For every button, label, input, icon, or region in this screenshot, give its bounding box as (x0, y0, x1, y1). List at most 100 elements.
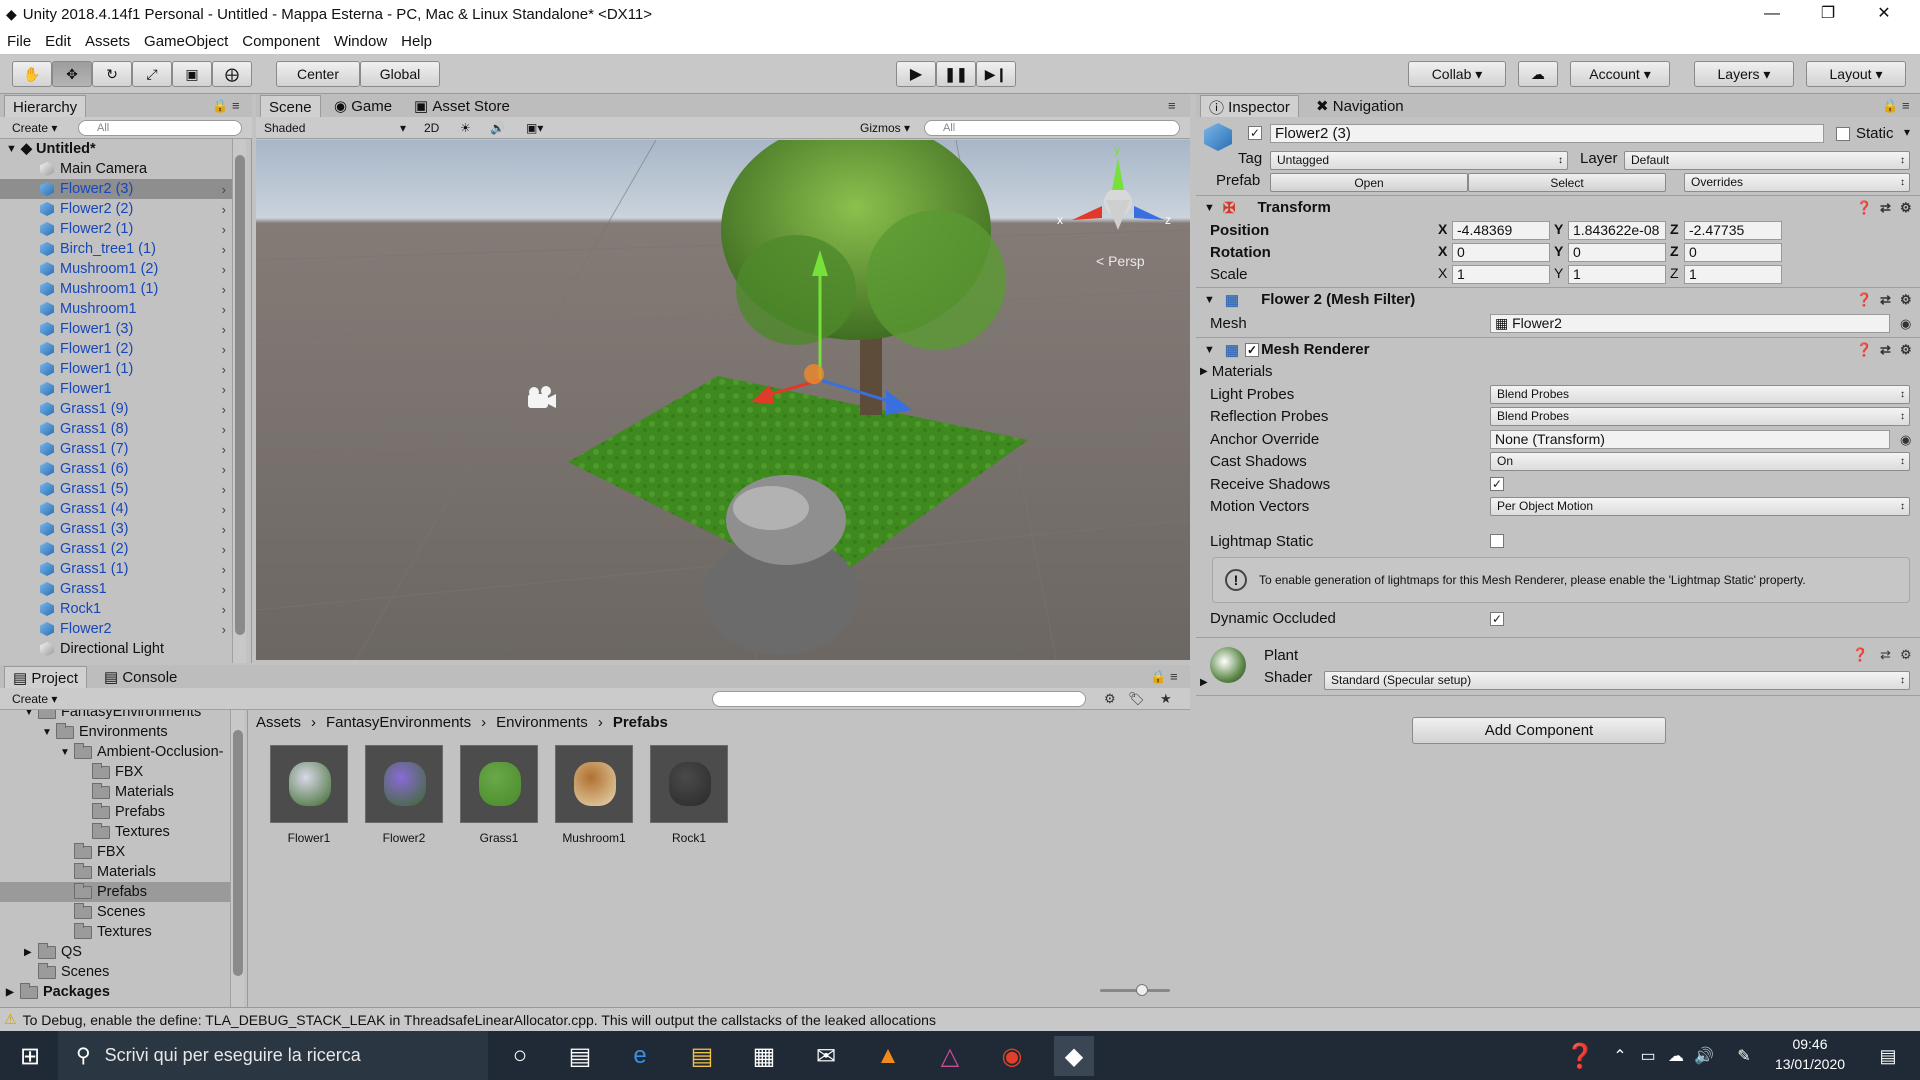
open-prefab-arrow-icon[interactable]: › (222, 322, 226, 337)
rotate-tool-icon[interactable]: ↻ (92, 61, 132, 87)
maximize-button[interactable]: ❐ (1800, 0, 1856, 28)
transform-scale-z-field[interactable]: 1 (1684, 265, 1782, 284)
taskbar-search[interactable]: ⚲ Scrivi qui per eseguire la ricerca (58, 1031, 488, 1080)
filter-label-icon[interactable]: 🏷 (1128, 691, 1145, 707)
asset-item[interactable]: Flower2 (365, 745, 443, 845)
play-button[interactable]: ▶ (896, 61, 936, 87)
pen-icon[interactable]: ✎ (1724, 1036, 1764, 1076)
gear-icon[interactable]: ⚙ (1900, 342, 1912, 358)
open-prefab-arrow-icon[interactable]: › (222, 482, 226, 497)
fold-arrow-icon[interactable]: ▶ (1200, 677, 1208, 688)
tab-game[interactable]: ◉ Game (326, 95, 400, 117)
fold-arrow-icon[interactable]: ▼ (1204, 344, 1215, 356)
tab-inspector[interactable]: ⓘ Inspector (1200, 95, 1299, 118)
hierarchy-item[interactable]: Directional Light (0, 639, 232, 659)
axis-label[interactable]: Y (1554, 265, 1563, 281)
hierarchy-item[interactable]: Birch_tree1 (1) › (0, 239, 232, 259)
object-picker-icon[interactable]: ◉ (1900, 432, 1911, 448)
object-picker-icon[interactable]: ◉ (1900, 316, 1911, 332)
hierarchy-item[interactable]: Flower1 (3) › (0, 319, 232, 339)
open-prefab-arrow-icon[interactable]: › (222, 182, 226, 197)
menu-gameobject[interactable]: GameObject (137, 33, 235, 50)
open-prefab-arrow-icon[interactable]: › (222, 462, 226, 477)
open-prefab-arrow-icon[interactable]: › (222, 242, 226, 257)
folder-tree-scrollbar[interactable] (230, 710, 244, 1007)
fold-arrow-icon[interactable]: ▶ (6, 987, 20, 998)
motion-vectors-dropdown[interactable]: Per Object Motion (1490, 497, 1910, 516)
asset-item[interactable]: Mushroom1 (555, 745, 633, 845)
slider-handle[interactable] (1136, 984, 1148, 996)
filter-type-icon[interactable]: ⚙ (1104, 691, 1116, 707)
lighting-toggle-icon[interactable]: ☀ (456, 119, 475, 137)
mesh-renderer-enabled-checkbox[interactable]: ✓ (1245, 342, 1260, 357)
fold-arrow-icon[interactable]: ▼ (1204, 294, 1215, 306)
help-icon[interactable]: ❓ (1856, 292, 1872, 308)
fold-arrow-icon[interactable]: ▼ (60, 747, 74, 758)
panel-menu-icon[interactable]: ≡ (1170, 669, 1178, 684)
active-checkbox[interactable]: ✓ (1248, 126, 1262, 140)
gear-icon[interactable]: ⚙ (1900, 200, 1912, 216)
folder-tree-item[interactable]: ▼ FantasyEnvironments (0, 710, 230, 722)
hierarchy-item[interactable]: Flower1 (1) › (0, 359, 232, 379)
open-prefab-arrow-icon[interactable]: › (222, 402, 226, 417)
axis-label[interactable]: X (1438, 243, 1447, 259)
expand-arrow-icon[interactable]: ▼ (6, 143, 17, 155)
reflection-probes-dropdown[interactable]: Blend Probes (1490, 407, 1910, 426)
fold-arrow-icon[interactable]: ▼ (24, 710, 38, 718)
unity-taskbar-icon[interactable]: ◆ (1054, 1036, 1094, 1076)
tab-asset-store[interactable]: ▣ Asset Store (406, 95, 518, 117)
transform-tool-icon[interactable]: ⨁ (212, 61, 252, 87)
open-prefab-arrow-icon[interactable]: › (222, 622, 226, 637)
hierarchy-search-input[interactable]: All (78, 120, 242, 136)
preset-icon[interactable]: ⇄ (1880, 647, 1891, 663)
transform-rotation-y-field[interactable]: 0 (1568, 243, 1666, 262)
tag-dropdown[interactable]: Untagged (1270, 151, 1568, 170)
breadcrumb-fantasy[interactable]: FantasyEnvironments (326, 714, 471, 731)
open-prefab-arrow-icon[interactable]: › (222, 362, 226, 377)
hierarchy-item[interactable]: Main Camera (0, 159, 232, 179)
gizmos-dropdown[interactable]: Gizmos ▾ (856, 119, 914, 137)
folder-tree-item[interactable]: Prefabs (0, 802, 230, 822)
rect-tool-icon[interactable]: ▣ (172, 61, 212, 87)
gear-icon[interactable]: ⚙ (1900, 647, 1912, 663)
open-prefab-arrow-icon[interactable]: › (222, 502, 226, 517)
tab-project[interactable]: ▤ Project (4, 666, 88, 689)
hierarchy-item[interactable]: Grass1 (8) › (0, 419, 232, 439)
scrollbar-thumb[interactable] (233, 730, 243, 976)
project-create-button[interactable]: Create ▾ (8, 690, 61, 708)
hand-tool-icon[interactable]: ✋ (12, 61, 52, 87)
mesh-field[interactable]: ▦ Flower2 (1490, 314, 1890, 333)
hierarchy-item[interactable]: Flower1 (2) › (0, 339, 232, 359)
breadcrumb-prefabs[interactable]: Prefabs (613, 714, 668, 731)
axis-label[interactable]: Y (1554, 243, 1563, 259)
asset-item[interactable]: Rock1 (650, 745, 728, 845)
overrides-dropdown[interactable]: Overrides (1684, 173, 1910, 192)
open-prefab-arrow-icon[interactable]: › (222, 542, 226, 557)
prefab-open-button[interactable]: Open (1270, 173, 1468, 192)
breadcrumb-environments[interactable]: Environments (496, 714, 588, 731)
open-prefab-arrow-icon[interactable]: › (222, 202, 226, 217)
taskbar-clock[interactable]: 09:46 13/01/2020 (1760, 1034, 1860, 1078)
axis-label[interactable]: Z (1670, 243, 1679, 259)
fold-arrow-icon[interactable]: ▶ (1200, 366, 1208, 377)
pivot-global-button[interactable]: Global (360, 61, 440, 87)
help-icon[interactable]: ❓ (1856, 342, 1872, 358)
open-prefab-arrow-icon[interactable]: › (222, 562, 226, 577)
audio-toggle-icon[interactable]: 🔊 (486, 119, 509, 137)
hierarchy-item[interactable]: Rock1 › (0, 599, 232, 619)
transform-position-x-field[interactable]: -4.48369 (1452, 221, 1550, 240)
panel-menu-icon[interactable]: ≡ (1902, 98, 1910, 113)
asset-item[interactable]: Flower1 (270, 745, 348, 845)
transform-rotation-x-field[interactable]: 0 (1452, 243, 1550, 262)
preset-icon[interactable]: ⇄ (1880, 342, 1891, 358)
layers-dropdown[interactable]: Layers ▾ (1694, 61, 1794, 87)
axis-label[interactable]: Z (1670, 265, 1679, 281)
favorites-star-icon[interactable]: ★ (1160, 691, 1172, 707)
open-prefab-arrow-icon[interactable]: › (222, 602, 226, 617)
folder-tree-item[interactable]: Textures (0, 922, 230, 942)
chrome-icon[interactable]: ◉ (992, 1036, 1032, 1076)
hierarchy-item[interactable]: Flower1 › (0, 379, 232, 399)
axis-label[interactable]: Z (1670, 221, 1679, 237)
transform-scale-y-field[interactable]: 1 (1568, 265, 1666, 284)
axis-label[interactable]: X (1438, 221, 1447, 237)
